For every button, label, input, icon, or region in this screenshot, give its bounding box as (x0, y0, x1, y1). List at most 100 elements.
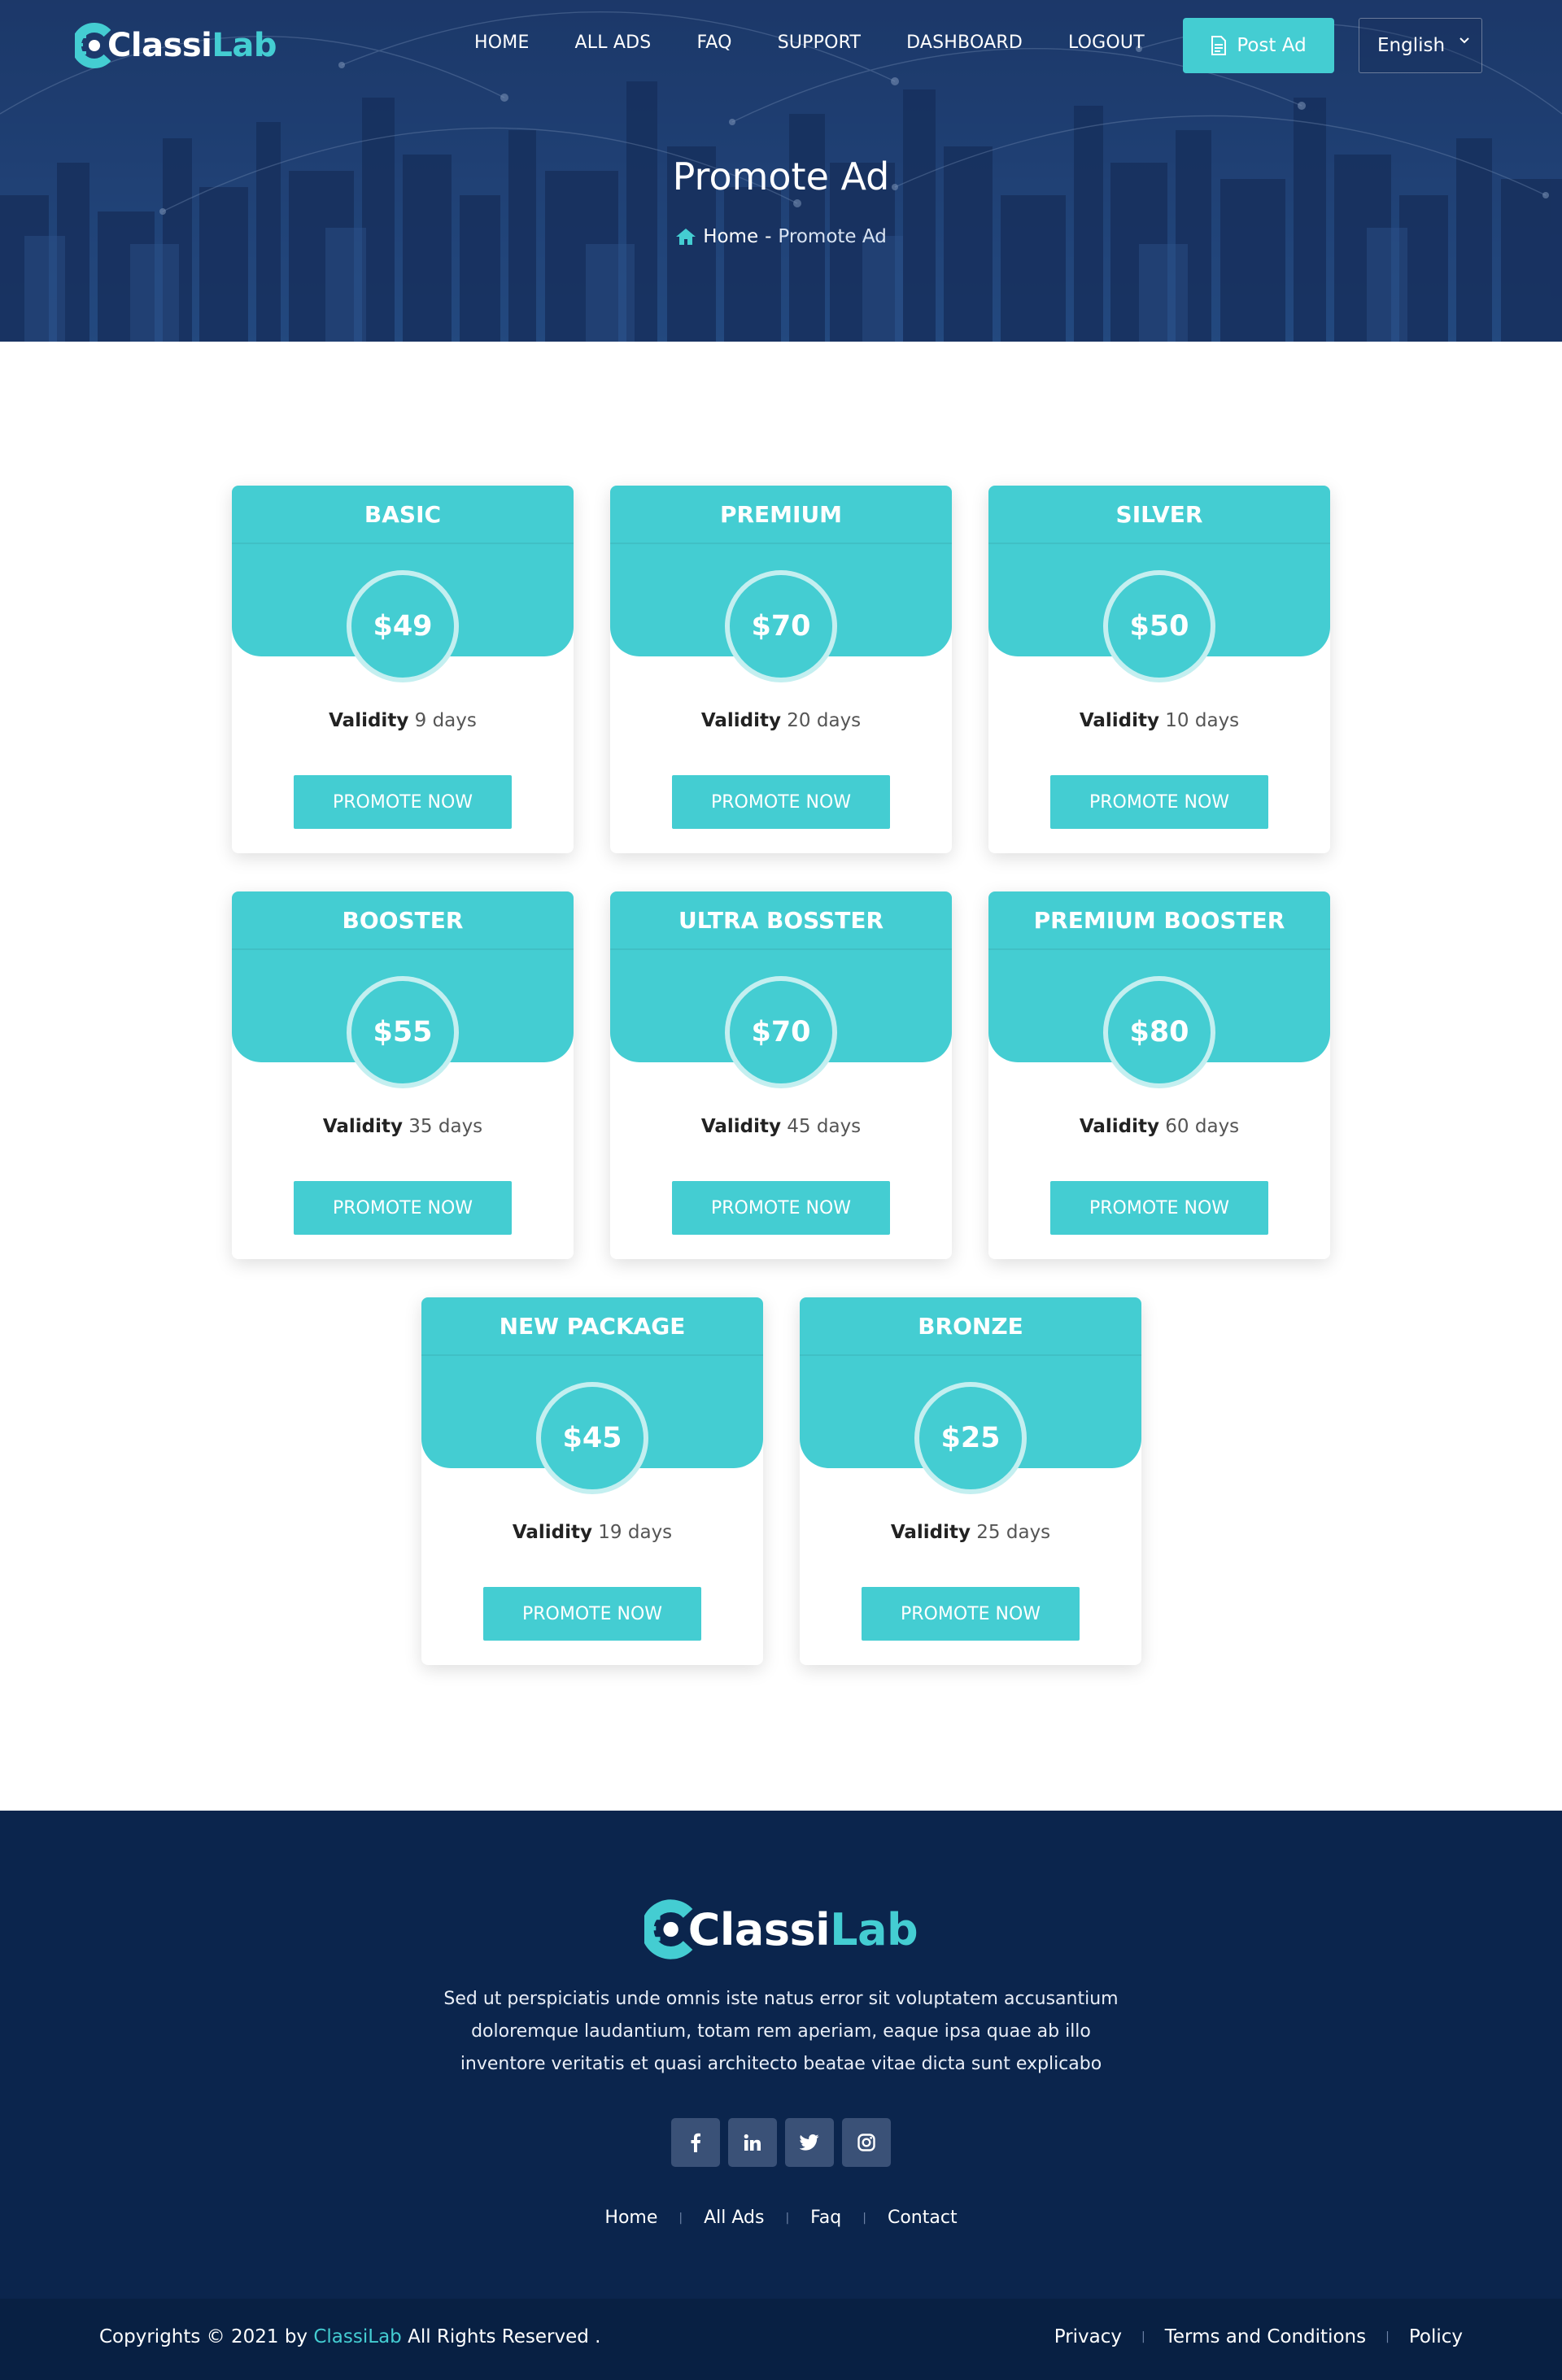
footer-link-all-ads[interactable]: All Ads (704, 2208, 764, 2228)
copyright-brand-link[interactable]: ClassiLab (313, 2326, 401, 2347)
validity-value: 19 days (598, 1522, 673, 1543)
package-validity: Validity 35 days (232, 1116, 574, 1137)
validity-value: 9 days (414, 710, 477, 731)
footer-logo[interactable]: ClassiLab (0, 1898, 1562, 1960)
main-nav: HOME ALL ADS FAQ SUPPORT DASHBOARD LOGOU… (474, 33, 1145, 53)
logo-c-mark-icon (644, 1899, 693, 1959)
footer-nav: Home | All Ads | Faq | Contact (0, 2208, 1562, 2228)
validity-label: Validity (1079, 710, 1159, 731)
validity-value: 60 days (1165, 1116, 1240, 1137)
validity-label: Validity (700, 710, 781, 731)
site-logo[interactable]: ClassiLab (75, 21, 277, 70)
nav-all-ads[interactable]: ALL ADS (575, 33, 652, 53)
package-validity: Validity 10 days (988, 710, 1330, 731)
legal-links: Privacy | Terms and Conditions | Policy (1054, 2326, 1463, 2347)
package-validity: Validity 25 days (800, 1522, 1141, 1543)
linkedin-icon (744, 2134, 761, 2151)
package-price: $25 (914, 1382, 1027, 1494)
package-card: PREMIUM BOOSTER $80 Validity 60 days PRO… (988, 891, 1330, 1259)
breadcrumb: Home - Promote Ad (0, 226, 1562, 247)
logo-c-mark-icon (75, 23, 111, 68)
validity-value: 45 days (787, 1116, 862, 1137)
site-footer: ClassiLab Sed ut perspiciatis unde omnis… (0, 1811, 1562, 2380)
promote-now-button[interactable]: PROMOTE NOW (1050, 775, 1268, 829)
policy-link[interactable]: Policy (1409, 2326, 1463, 2347)
promote-now-button[interactable]: PROMOTE NOW (294, 1181, 512, 1235)
language-select[interactable]: English (1359, 18, 1482, 73)
nav-dashboard[interactable]: DASHBOARD (906, 33, 1023, 53)
package-price: $70 (725, 570, 837, 682)
package-validity: Validity 20 days (610, 710, 952, 731)
facebook-link[interactable] (671, 2118, 720, 2167)
copyright-text: Copyrights © 2021 by ClassiLab All Right… (99, 2326, 600, 2347)
package-name: BRONZE (800, 1297, 1141, 1356)
document-icon (1211, 36, 1227, 55)
breadcrumb-current: Promote Ad (778, 226, 887, 247)
nav-logout[interactable]: LOGOUT (1068, 33, 1145, 53)
language-value: English (1377, 35, 1446, 56)
privacy-link[interactable]: Privacy (1054, 2326, 1122, 2347)
footer-link-separator: | (785, 2211, 790, 2225)
post-ad-button[interactable]: Post Ad (1183, 18, 1334, 73)
twitter-icon (800, 2134, 819, 2151)
promote-now-button[interactable]: PROMOTE NOW (862, 1587, 1080, 1641)
package-price: $50 (1103, 570, 1215, 682)
footer-link-separator: | (862, 2211, 866, 2225)
package-price: $80 (1103, 976, 1215, 1088)
promote-now-button[interactable]: PROMOTE NOW (1050, 1181, 1268, 1235)
footer-logo-part2: Lab (830, 1903, 918, 1955)
promote-now-button[interactable]: PROMOTE NOW (672, 1181, 890, 1235)
package-card: SILVER $50 Validity 10 days PROMOTE NOW (988, 486, 1330, 853)
facebook-icon (691, 2133, 700, 2152)
validity-value: 25 days (976, 1522, 1051, 1543)
package-card: BRONZE $25 Validity 25 days PROMOTE NOW (800, 1297, 1141, 1665)
validity-label: Validity (890, 1522, 971, 1543)
validity-value: 35 days (408, 1116, 483, 1137)
page-title: Promote Ad (672, 155, 890, 198)
validity-label: Validity (329, 710, 409, 731)
promote-now-button[interactable]: PROMOTE NOW (672, 775, 890, 829)
package-name: NEW PACKAGE (421, 1297, 763, 1356)
package-validity: Validity 45 days (610, 1116, 952, 1137)
package-name: ULTRA BOSSTER (610, 891, 952, 950)
packages-section: BASIC $49 Validity 9 days PROMOTE NOW PR… (0, 342, 1562, 1811)
instagram-icon (857, 2134, 875, 2151)
top-navbar: ClassiLab HOME ALL ADS FAQ SUPPORT DASHB… (0, 0, 1562, 93)
copyright-prefix: Copyrights © 2021 by (99, 2326, 308, 2347)
instagram-link[interactable] (842, 2118, 891, 2167)
package-validity: Validity 60 days (988, 1116, 1330, 1137)
social-links (0, 2118, 1562, 2167)
terms-link[interactable]: Terms and Conditions (1165, 2326, 1366, 2347)
nav-home[interactable]: HOME (474, 33, 530, 53)
footer-link-faq[interactable]: Faq (810, 2208, 841, 2228)
package-name: BOOSTER (232, 891, 574, 950)
logo-text-part1: Classi (107, 27, 212, 64)
footer-link-home[interactable]: Home (604, 2208, 657, 2228)
twitter-link[interactable] (785, 2118, 834, 2167)
home-icon (676, 229, 696, 245)
validity-label: Validity (322, 1116, 403, 1137)
legal-separator: | (1385, 2330, 1390, 2343)
logo-text: ClassiLab (107, 27, 277, 64)
package-validity: Validity 9 days (232, 710, 574, 731)
package-name: PREMIUM (610, 486, 952, 544)
package-card: BASIC $49 Validity 9 days PROMOTE NOW (232, 486, 574, 853)
package-card: ULTRA BOSSTER $70 Validity 45 days PROMO… (610, 891, 952, 1259)
breadcrumb-home-link[interactable]: Home (703, 226, 758, 247)
footer-about-text: Sed ut perspiciatis unde omnis iste natu… (443, 1989, 1119, 2074)
nav-faq[interactable]: FAQ (696, 33, 731, 53)
legal-separator: | (1141, 2330, 1145, 2343)
linkedin-link[interactable] (728, 2118, 777, 2167)
promote-now-button[interactable]: PROMOTE NOW (294, 775, 512, 829)
hero-banner: ClassiLab HOME ALL ADS FAQ SUPPORT DASHB… (0, 0, 1562, 342)
copyright-suffix: All Rights Reserved . (408, 2326, 601, 2347)
logo-text-part2: Lab (212, 27, 277, 64)
validity-value: 10 days (1165, 710, 1240, 731)
package-name: PREMIUM BOOSTER (988, 891, 1330, 950)
package-price: $55 (347, 976, 459, 1088)
package-card: NEW PACKAGE $45 Validity 19 days PROMOTE… (421, 1297, 763, 1665)
nav-support[interactable]: SUPPORT (778, 33, 861, 53)
copyright-bar: Copyrights © 2021 by ClassiLab All Right… (0, 2299, 1562, 2380)
footer-link-contact[interactable]: Contact (888, 2208, 958, 2228)
promote-now-button[interactable]: PROMOTE NOW (483, 1587, 701, 1641)
